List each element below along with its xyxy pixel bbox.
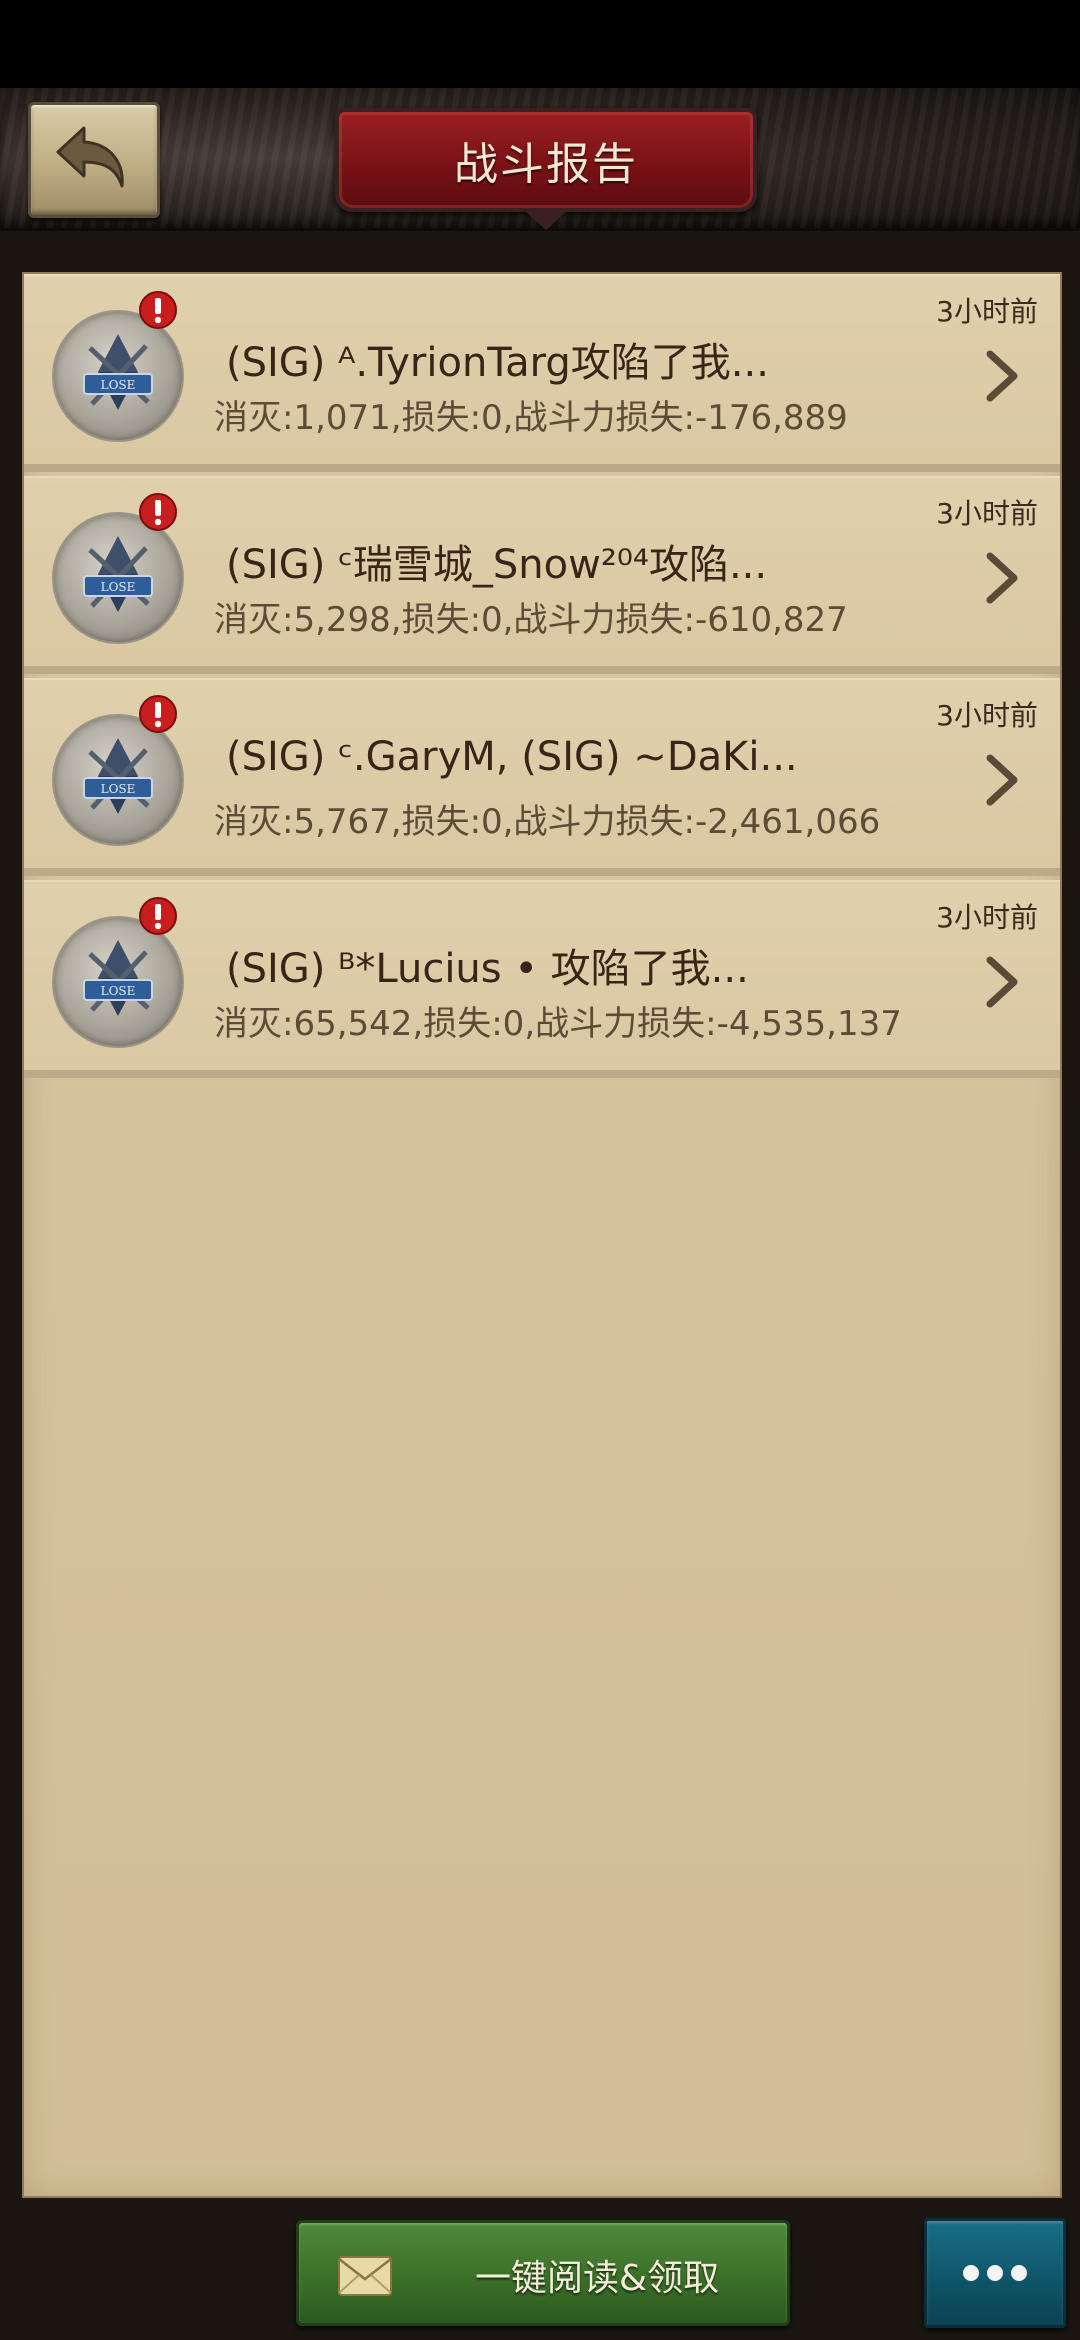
read-all-label: 一键阅读&领取 xyxy=(475,2258,720,2299)
report-time: 3小时前 xyxy=(936,295,1038,328)
report-title: (SIG) ᴮ*Lucius • 攻陷了我... xyxy=(226,946,749,992)
report-stats: 消灭:65,542,损失:0,战斗力损失:-4,535,137 xyxy=(214,1004,902,1044)
report-list: LOSE (SIG) ᴬ.TyrionTarg攻陷了我... 消灭:1,071,… xyxy=(22,272,1062,2198)
chevron-right-icon xyxy=(986,552,1018,604)
report-title: (SIG) ᶜ瑞雪城_Snow²⁰⁴攻陷... xyxy=(226,542,768,588)
report-stats: 消灭:5,767,损失:0,战斗力损失:-2,461,066 xyxy=(214,802,881,842)
read-all-and-claim-button[interactable]: 一键阅读&领取 xyxy=(296,2220,790,2326)
unread-alert-icon xyxy=(139,897,177,935)
page-title: 战斗报告 xyxy=(454,139,638,190)
svg-text:LOSE: LOSE xyxy=(101,580,136,594)
unread-alert-icon xyxy=(139,291,177,329)
header-bar: 战斗报告 xyxy=(0,88,1080,231)
more-dots-icon xyxy=(959,2265,1031,2281)
report-item[interactable]: LOSE (SIG) ᶜ瑞雪城_Snow²⁰⁴攻陷... 消灭:5,298,损失… xyxy=(24,476,1060,674)
svg-text:LOSE: LOSE xyxy=(101,782,136,796)
chevron-right-icon xyxy=(986,754,1018,806)
report-stats: 消灭:5,298,损失:0,战斗力损失:-610,827 xyxy=(214,600,848,640)
report-title: (SIG) ᶜ.GaryM, (SIG) ~DaKi... xyxy=(226,734,798,780)
report-title: (SIG) ᴬ.TyrionTarg攻陷了我... xyxy=(226,340,769,386)
chevron-right-icon xyxy=(986,956,1018,1008)
svg-text:LOSE: LOSE xyxy=(101,984,136,998)
unread-alert-icon xyxy=(139,493,177,531)
report-item[interactable]: LOSE (SIG) ᴮ*Lucius • 攻陷了我... 消灭:65,542,… xyxy=(24,880,1060,1078)
envelope-icon xyxy=(338,2256,392,2296)
back-arrow-icon xyxy=(56,126,124,188)
chevron-right-icon xyxy=(986,350,1018,402)
report-time: 3小时前 xyxy=(936,699,1038,732)
report-stats: 消灭:1,071,损失:0,战斗力损失:-176,889 xyxy=(214,398,848,438)
report-item[interactable]: LOSE (SIG) ᶜ.GaryM, (SIG) ~DaKi... 消灭:5,… xyxy=(24,678,1060,876)
unread-alert-icon xyxy=(139,695,177,733)
more-options-button[interactable] xyxy=(924,2218,1066,2328)
svg-text:LOSE: LOSE xyxy=(101,378,136,392)
report-item[interactable]: LOSE (SIG) ᴬ.TyrionTarg攻陷了我... 消灭:1,071,… xyxy=(24,274,1060,472)
back-button[interactable] xyxy=(28,102,160,218)
report-time: 3小时前 xyxy=(936,901,1038,934)
report-time: 3小时前 xyxy=(936,497,1038,530)
title-plate: 战斗报告 xyxy=(335,108,757,230)
status-bar xyxy=(0,0,1080,88)
